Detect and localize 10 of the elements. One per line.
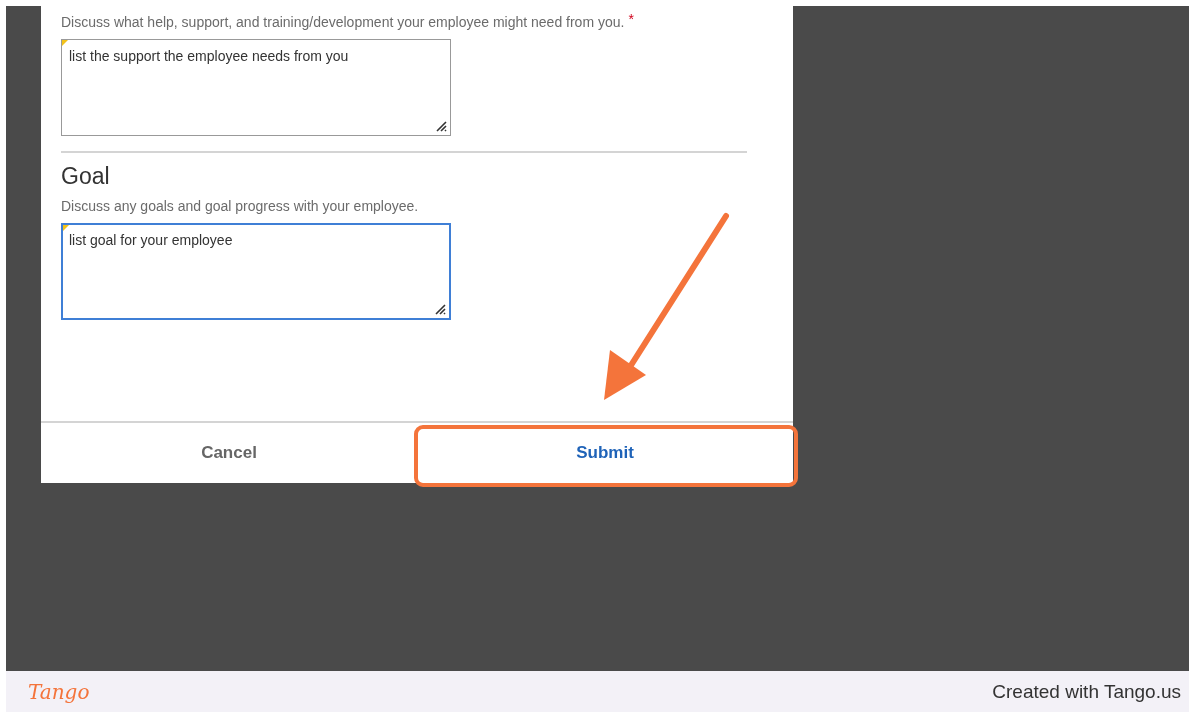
resize-handle-icon[interactable]: [435, 120, 447, 132]
brand-logo: Tango: [28, 679, 90, 704]
required-mark: *: [628, 11, 634, 27]
resize-handle-icon[interactable]: [434, 303, 446, 315]
text-area[interactable]: list the support the employee needs from you: [61, 39, 451, 136]
field-description: Discuss any goals and goal progress with your employee.: [61, 198, 419, 214]
section-heading: Goal: [61, 163, 111, 190]
credit-text: Created with Tango.us: [992, 680, 1181, 703]
field-description: Discuss what help, support, and training/development your employee might need from you.: [61, 14, 625, 30]
text-area[interactable]: list goal for your employee: [61, 223, 451, 320]
